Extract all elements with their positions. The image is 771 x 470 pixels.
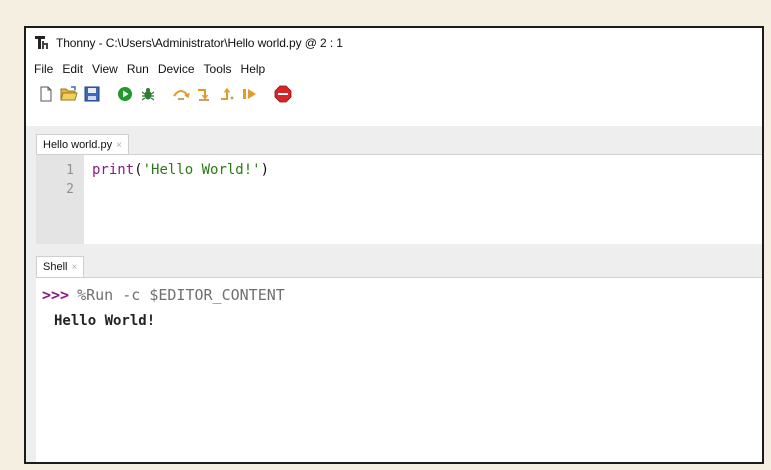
step-over-icon[interactable] (171, 84, 191, 104)
shell-command: %Run -c $EDITOR_CONTENT (77, 286, 285, 304)
line-number: 2 (66, 182, 74, 197)
step-out-icon[interactable] (217, 84, 237, 104)
line-number-gutter: 1 2 (36, 155, 84, 244)
menu-edit[interactable]: Edit (62, 62, 83, 76)
menu-help[interactable]: Help (241, 62, 266, 76)
shell-tab-label: Shell (43, 261, 68, 273)
open-file-icon[interactable] (59, 84, 79, 104)
toolbar (26, 80, 762, 108)
shell-console[interactable]: >>> %Run -c $EDITOR_CONTENT Hello World! (36, 277, 762, 462)
save-icon[interactable] (82, 84, 102, 104)
menu-tools[interactable]: Tools (204, 62, 232, 76)
menu-view[interactable]: View (92, 62, 118, 76)
code-paren-open: ( (134, 162, 143, 178)
title-bar: Thonny - C:\Users\Administrator\Hello wo… (26, 28, 762, 58)
new-file-icon[interactable] (36, 84, 56, 104)
editor-pane: Hello world.py × 1 2 print('Hello World!… (26, 126, 762, 244)
shell-output: Hello World! (54, 313, 156, 329)
debug-icon[interactable] (138, 84, 158, 104)
shell-prompt: >>> (42, 286, 70, 304)
step-into-icon[interactable] (194, 84, 214, 104)
editor-tabstrip: Hello world.py × (26, 126, 762, 155)
code-keyword: print (92, 162, 135, 178)
shell-pane: Shell × >>> %Run -c $EDITOR_CONTENT Hello… (26, 244, 762, 462)
line-number: 1 (66, 163, 74, 178)
code-line: print('Hello World!') (92, 161, 269, 180)
close-icon[interactable]: × (116, 140, 122, 151)
shell-command-line: >>> %Run -c $EDITOR_CONTENT (42, 284, 756, 306)
run-icon[interactable] (115, 84, 135, 104)
code-editor[interactable]: 1 2 print('Hello World!') (36, 154, 762, 244)
menu-run[interactable]: Run (127, 62, 149, 76)
code-string: 'Hello World!' (142, 162, 261, 178)
tab-label: Hello world.py (43, 139, 113, 151)
close-icon[interactable]: × (71, 262, 77, 273)
thonny-logo-icon (34, 35, 50, 51)
menu-file[interactable]: File (34, 62, 53, 76)
tab-shell[interactable]: Shell × (36, 256, 85, 277)
stop-icon[interactable] (273, 84, 293, 104)
thonny-window: Thonny - C:\Users\Administrator\Hello wo… (24, 26, 764, 464)
code-paren-close: ) (260, 162, 270, 178)
code-text[interactable]: print('Hello World!') (84, 155, 269, 244)
window-title: Thonny - C:\Users\Administrator\Hello wo… (56, 36, 343, 50)
menu-bar: File Edit View Run Device Tools Help (26, 58, 762, 80)
menu-device[interactable]: Device (158, 62, 195, 76)
tab-hello-world-py[interactable]: Hello world.py × (36, 134, 129, 155)
resume-icon[interactable] (240, 84, 260, 104)
